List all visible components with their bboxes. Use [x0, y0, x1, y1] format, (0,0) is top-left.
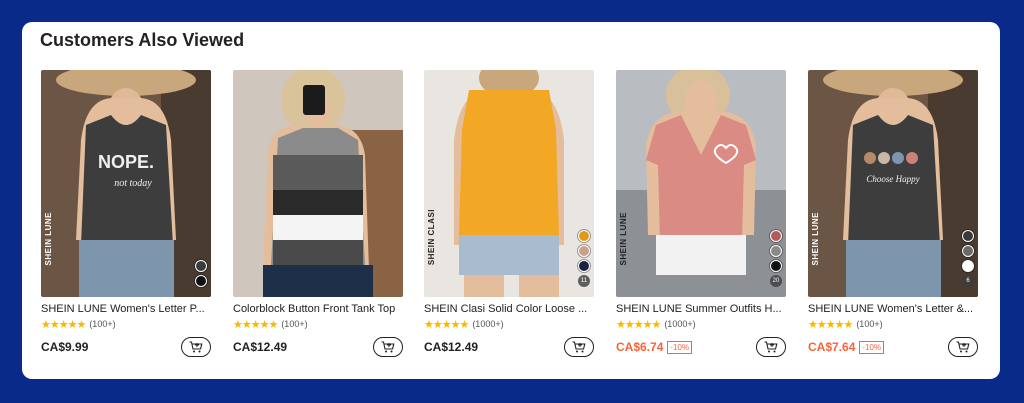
star-icon: ★★★★★	[424, 318, 469, 331]
color-swatch[interactable]	[770, 245, 782, 257]
shirt-print-sub: Choose Happy	[866, 174, 919, 184]
product-rating: ★★★★★ (100+)	[808, 318, 978, 331]
color-swatch[interactable]	[578, 260, 590, 272]
product-card[interactable]: SHEIN LUNE 20 SHEIN LUNE Summer Outfits …	[616, 70, 786, 360]
product-card[interactable]: NOPE. not today SHEIN LUNE SHEIN LUNE Wo…	[41, 70, 211, 360]
add-to-cart-button[interactable]	[564, 337, 594, 357]
product-price: CA$7.64	[808, 340, 856, 354]
product-rating: ★★★★★ (1000+)	[424, 318, 594, 331]
color-swatch[interactable]	[578, 245, 590, 257]
product-price: CA$12.49	[233, 340, 288, 354]
color-swatch[interactable]	[195, 260, 207, 272]
review-count: (1000+)	[472, 319, 504, 329]
section-title: Customers Also Viewed	[40, 30, 245, 50]
price-row: CA$9.99	[41, 336, 211, 358]
product-rating: ★★★★★ (100+)	[41, 318, 211, 331]
price-row: CA$6.74 -10%	[616, 336, 786, 358]
product-name[interactable]: SHEIN LUNE Women's Letter P...	[41, 303, 209, 315]
customers-also-viewed-section: Customers Also Viewed NOPE. not today SH…	[22, 22, 1000, 379]
product-image[interactable]: SHEIN CLASI 11	[424, 70, 594, 297]
add-to-cart-button[interactable]	[373, 337, 403, 357]
product-name[interactable]: SHEIN LUNE Summer Outfits H...	[616, 303, 784, 315]
product-price: CA$12.49	[424, 340, 479, 354]
brand-tag: SHEIN LUNE	[619, 211, 628, 265]
product-image[interactable]: NOPE. not today SHEIN LUNE	[41, 70, 211, 297]
color-swatch[interactable]	[962, 230, 974, 242]
review-count: (1000+)	[664, 319, 696, 329]
add-to-cart-button[interactable]	[948, 337, 978, 357]
star-icon: ★★★★★	[233, 318, 278, 331]
star-icon: ★★★★★	[616, 318, 661, 331]
price-row: CA$7.64 -10%	[808, 336, 978, 358]
color-swatches[interactable]: 6	[962, 230, 974, 287]
add-to-cart-button[interactable]	[756, 337, 786, 357]
product-image[interactable]: Choose Happy SHEIN LUNE 6	[808, 70, 978, 297]
color-swatch[interactable]	[195, 275, 207, 287]
product-name[interactable]: SHEIN LUNE Women's Letter &...	[808, 303, 976, 315]
more-colors-badge[interactable]: 11	[578, 275, 590, 287]
product-price: CA$9.99	[41, 340, 89, 354]
add-to-cart-icon	[572, 341, 586, 353]
color-swatches[interactable]: 20	[770, 230, 782, 287]
add-to-cart-icon	[381, 341, 395, 353]
discount-badge: -10%	[859, 340, 885, 354]
more-colors-badge[interactable]: 20	[770, 275, 782, 287]
product-image[interactable]	[233, 70, 403, 297]
review-count: (100+)	[856, 319, 883, 329]
color-swatch[interactable]	[962, 245, 974, 257]
product-card[interactable]: Choose Happy SHEIN LUNE 6 SHEIN LUNE Wom…	[808, 70, 978, 360]
product-price: CA$6.74	[616, 340, 664, 354]
color-swatch[interactable]	[770, 260, 782, 272]
product-rating: ★★★★★ (1000+)	[616, 318, 786, 331]
color-swatch[interactable]	[578, 230, 590, 242]
price-row: CA$12.49	[233, 336, 403, 358]
brand-tag: SHEIN LUNE	[811, 211, 820, 265]
product-rating: ★★★★★ (100+)	[233, 318, 403, 331]
add-to-cart-icon	[956, 341, 970, 353]
product-image[interactable]: SHEIN LUNE 20	[616, 70, 786, 297]
star-icon: ★★★★★	[808, 318, 853, 331]
brand-tag: SHEIN CLASI	[427, 208, 436, 265]
add-to-cart-icon	[189, 341, 203, 353]
star-icon: ★★★★★	[41, 318, 86, 331]
review-count: (100+)	[281, 319, 308, 329]
brand-tag: SHEIN LUNE	[44, 211, 53, 265]
color-swatch[interactable]	[962, 260, 974, 272]
product-name[interactable]: Colorblock Button Front Tank Top	[233, 303, 401, 315]
more-colors-badge[interactable]: 6	[962, 275, 974, 287]
product-name[interactable]: SHEIN Clasi Solid Color Loose ...	[424, 303, 592, 315]
product-card[interactable]: SHEIN CLASI 11 SHEIN Clasi Solid Color L…	[424, 70, 594, 360]
discount-badge: -10%	[667, 340, 693, 354]
add-to-cart-icon	[764, 341, 778, 353]
shirt-print: NOPE.	[98, 152, 154, 172]
shirt-print-sub: not today	[114, 178, 152, 189]
price-row: CA$12.49	[424, 336, 594, 358]
product-card[interactable]: Colorblock Button Front Tank Top ★★★★★ (…	[233, 70, 403, 360]
color-swatches[interactable]	[195, 260, 207, 287]
add-to-cart-button[interactable]	[181, 337, 211, 357]
review-count: (100+)	[89, 319, 116, 329]
color-swatch[interactable]	[770, 230, 782, 242]
color-swatches[interactable]: 11	[578, 230, 590, 287]
